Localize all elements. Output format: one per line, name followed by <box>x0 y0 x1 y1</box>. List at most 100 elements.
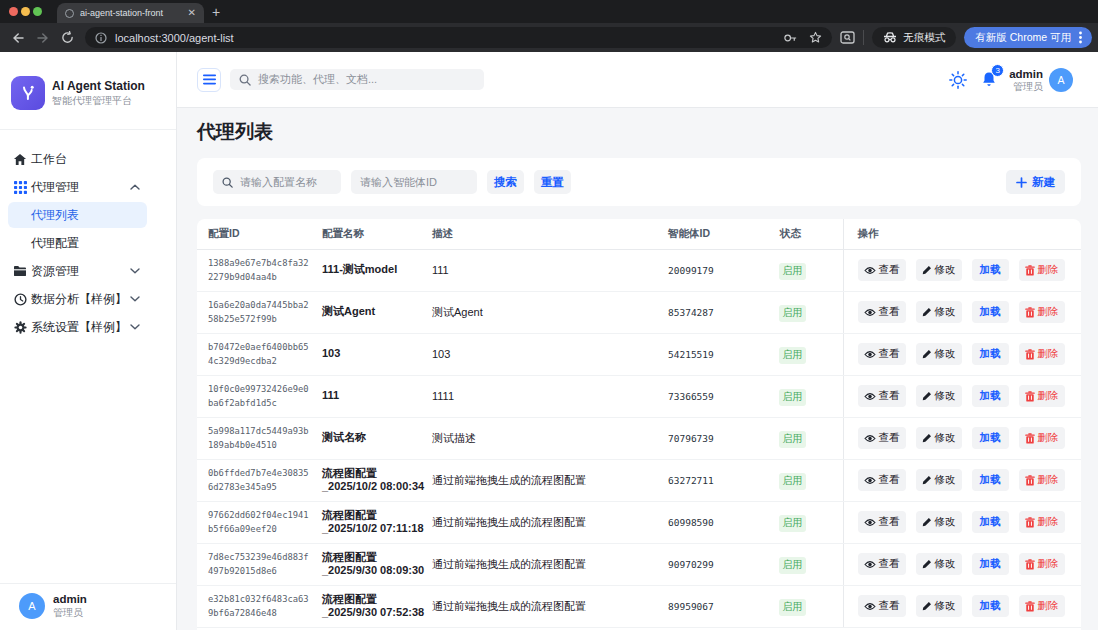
view-button[interactable]: 查看 <box>858 343 906 365</box>
cell-status: 启用 <box>766 459 843 501</box>
hamburger-icon <box>203 74 216 85</box>
cell-config-name: 流程图配置_2025/9/30 08:09:30 <box>311 543 421 585</box>
sidebar-item-label: 代理管理 <box>31 179 130 196</box>
app-logo: AI Agent Station 智能代理管理平台 <box>0 52 176 129</box>
load-button[interactable]: 加载 <box>972 553 1009 575</box>
view-button[interactable]: 查看 <box>858 469 906 491</box>
sidebar-item-系统设置样例[interactable]: 系统设置【样例】 <box>8 314 147 340</box>
cell-description: 测试描述 <box>421 417 657 459</box>
cell-status: 启用 <box>766 585 843 627</box>
trash-icon <box>1025 349 1035 360</box>
delete-button[interactable]: 删除 <box>1019 259 1065 281</box>
global-search-input[interactable]: 搜索功能、代理、文档... <box>230 69 484 90</box>
sidebar-item-label: 数据分析【样例】 <box>31 291 130 308</box>
window-controls[interactable] <box>9 7 42 16</box>
cell-actions: 查看修改加载删除 <box>843 543 1081 585</box>
config-name-input[interactable]: 请输入配置名称 <box>213 170 341 194</box>
cell-agent-id: 73366559 <box>657 375 766 417</box>
reset-button[interactable]: 重置 <box>534 170 571 194</box>
back-icon[interactable] <box>11 31 25 45</box>
header-user[interactable]: admin 管理员 <box>1009 67 1043 93</box>
edit-button[interactable]: 修改 <box>916 385 962 407</box>
search-button[interactable]: 搜索 <box>487 170 524 194</box>
browser-tab[interactable]: ai-agent-station-front ✕ <box>57 3 204 23</box>
create-button[interactable]: 新建 <box>1006 170 1065 194</box>
edit-button[interactable]: 修改 <box>916 343 962 365</box>
tab-title: ai-agent-station-front <box>80 8 182 18</box>
header-user-role: 管理员 <box>1009 81 1043 93</box>
view-button[interactable]: 查看 <box>858 427 906 449</box>
eye-icon <box>864 308 876 317</box>
url-text: localhost:3000/agent-list <box>115 32 775 44</box>
edit-button[interactable]: 修改 <box>916 427 962 449</box>
view-button[interactable]: 查看 <box>858 301 906 323</box>
load-button[interactable]: 加载 <box>972 343 1009 365</box>
cell-status: 启用 <box>766 249 843 291</box>
tab-close-icon[interactable]: ✕ <box>188 8 196 18</box>
table-row: 5a998a117dc5449a93b189ab4b0e4510测试名称测试描述… <box>197 417 1081 459</box>
site-info-icon[interactable] <box>95 32 107 44</box>
theme-toggle-icon[interactable] <box>949 71 967 89</box>
view-button[interactable]: 查看 <box>858 259 906 281</box>
delete-button[interactable]: 删除 <box>1019 469 1065 491</box>
sidebar-user[interactable]: A admin 管理员 <box>0 583 176 630</box>
delete-button[interactable]: 删除 <box>1019 553 1065 575</box>
load-button[interactable]: 加载 <box>972 595 1009 617</box>
browser-menu-icon[interactable] <box>1079 31 1082 44</box>
sidebar-item-资源管理[interactable]: 资源管理 <box>8 258 147 284</box>
delete-button[interactable]: 删除 <box>1019 427 1065 449</box>
pencil-icon <box>922 601 932 611</box>
status-badge: 启用 <box>779 347 806 364</box>
delete-button[interactable]: 删除 <box>1019 343 1065 365</box>
edit-button[interactable]: 修改 <box>916 301 962 323</box>
cell-config-name: 测试名称 <box>311 417 421 459</box>
edit-button[interactable]: 修改 <box>916 595 962 617</box>
delete-button[interactable]: 删除 <box>1019 595 1065 617</box>
bookmark-star-icon[interactable] <box>809 31 822 44</box>
load-button[interactable]: 加载 <box>972 385 1009 407</box>
load-button[interactable]: 加载 <box>972 301 1009 323</box>
edit-button[interactable]: 修改 <box>916 259 962 281</box>
delete-button[interactable]: 删除 <box>1019 385 1065 407</box>
forward-icon[interactable] <box>36 31 50 45</box>
header-avatar[interactable]: A <box>1049 68 1073 92</box>
load-button[interactable]: 加载 <box>972 469 1009 491</box>
address-bar[interactable]: localhost:3000/agent-list <box>85 27 832 48</box>
delete-button[interactable]: 删除 <box>1019 301 1065 323</box>
edit-button[interactable]: 修改 <box>916 511 962 533</box>
grid-icon <box>13 181 27 194</box>
view-button[interactable]: 查看 <box>858 511 906 533</box>
sidebar-avatar: A <box>19 593 45 619</box>
view-button[interactable]: 查看 <box>858 595 906 617</box>
delete-button[interactable]: 删除 <box>1019 511 1065 533</box>
sidebar-item-数据分析样例[interactable]: 数据分析【样例】 <box>8 286 147 312</box>
cell-actions: 查看修改加载删除 <box>843 333 1081 375</box>
sidebar-item-代理配置[interactable]: 代理配置 <box>8 230 147 256</box>
tab-search-icon[interactable] <box>840 31 855 45</box>
minimize-window-button[interactable] <box>21 7 30 16</box>
new-tab-button[interactable]: + <box>212 4 220 20</box>
load-button[interactable]: 加载 <box>972 427 1009 449</box>
sidebar-item-代理管理[interactable]: 代理管理 <box>8 174 147 200</box>
cell-config-name: 111 <box>311 375 421 417</box>
collapse-sidebar-button[interactable] <box>197 68 221 92</box>
view-button[interactable]: 查看 <box>858 553 906 575</box>
notifications-button[interactable]: 3 <box>981 71 997 88</box>
edit-button[interactable]: 修改 <box>916 553 962 575</box>
load-button[interactable]: 加载 <box>972 511 1009 533</box>
agent-id-input[interactable]: 请输入智能体ID <box>351 170 477 194</box>
close-window-button[interactable] <box>9 7 18 16</box>
passkey-icon[interactable] <box>783 32 798 44</box>
maximize-window-button[interactable] <box>33 7 42 16</box>
view-button[interactable]: 查看 <box>858 385 906 407</box>
cell-config-name: 流程图配置_2025/9/30 07:52:38 <box>311 585 421 627</box>
sidebar-item-工作台[interactable]: 工作台 <box>8 146 147 172</box>
table-row: b70472e0aef6400bb654c329d9ecdba210310354… <box>197 333 1081 375</box>
load-button[interactable]: 加载 <box>972 259 1009 281</box>
edit-button[interactable]: 修改 <box>916 469 962 491</box>
cell-config-id: 5a998a117dc5449a93b189ab4b0e4510 <box>197 417 311 459</box>
reload-icon[interactable] <box>61 31 74 44</box>
chrome-update-button[interactable]: 有新版 Chrome 可用 <box>964 27 1092 48</box>
sidebar-item-代理列表[interactable]: 代理列表 <box>8 202 147 228</box>
page-content: 代理列表 请输入配置名称 请输入智能体ID 搜索 重置 新建 <box>177 108 1098 630</box>
